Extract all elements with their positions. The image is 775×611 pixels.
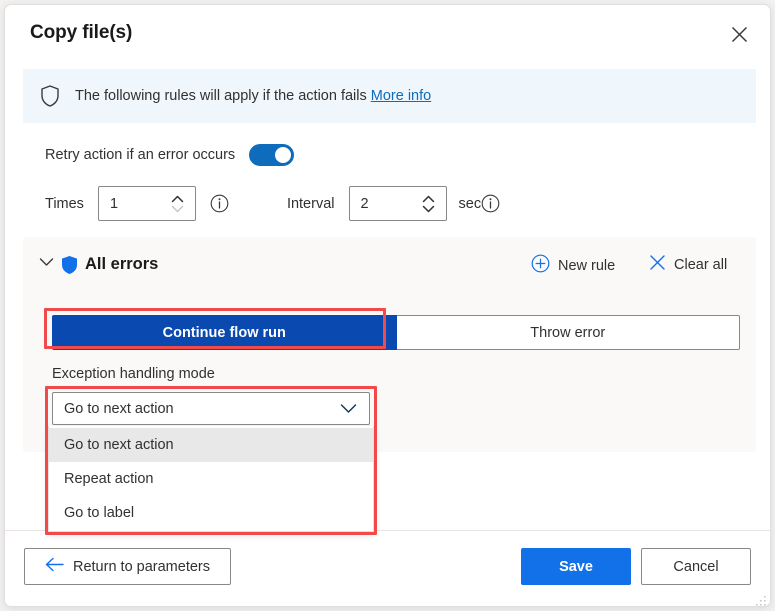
interval-stepper[interactable]: 2 <box>349 186 447 221</box>
tab-throw-error[interactable]: Throw error <box>397 315 741 350</box>
exception-handling-value: Go to next action <box>53 401 174 417</box>
interval-increment-icon[interactable] <box>422 195 435 203</box>
return-to-parameters-label: Return to parameters <box>73 559 210 575</box>
times-info-icon[interactable] <box>210 194 229 213</box>
cancel-button[interactable]: Cancel <box>641 548 751 585</box>
plus-circle-icon <box>531 254 550 278</box>
times-decrement-icon[interactable] <box>171 205 184 213</box>
dialog-titlebar: Copy file(s) <box>5 5 770 63</box>
dropdown-option-go-to-label[interactable]: Go to label <box>49 496 373 530</box>
interval-info-icon[interactable] <box>481 194 500 213</box>
times-spin-arrows <box>169 187 187 220</box>
interval-value[interactable]: 2 <box>350 196 369 212</box>
exception-handling-select[interactable]: Go to next action <box>52 392 370 425</box>
resize-grip[interactable] <box>756 593 766 603</box>
new-rule-button[interactable]: New rule <box>531 254 615 278</box>
retry-label: Retry action if an error occurs <box>45 147 235 163</box>
error-rule-panel: All errors New rule Clear all <box>23 237 756 452</box>
copy-files-dialog: Copy file(s) The following rules will ap… <box>4 4 771 607</box>
chevron-down-icon[interactable] <box>39 257 54 267</box>
times-increment-icon[interactable] <box>171 195 184 203</box>
rule-panel-header: All errors New rule Clear all <box>23 237 756 295</box>
save-button[interactable]: Save <box>521 548 631 585</box>
interval-unit: sec <box>459 196 482 212</box>
arrow-left-icon <box>45 557 64 576</box>
times-stepper[interactable]: 1 <box>98 186 196 221</box>
toggle-knob <box>275 147 291 163</box>
more-info-link[interactable]: More info <box>371 88 431 104</box>
interval-spin-arrows <box>420 187 438 220</box>
times-label: Times <box>45 196 84 212</box>
dialog-title: Copy file(s) <box>30 22 132 44</box>
retry-row: Retry action if an error occurs <box>45 144 294 166</box>
retry-toggle[interactable] <box>249 144 294 166</box>
tab-continue-flow-run[interactable]: Continue flow run <box>52 315 397 350</box>
clear-all-button[interactable]: Clear all <box>649 254 727 276</box>
exception-handling-dropdown-list: Go to next action Repeat action Go to la… <box>48 426 374 532</box>
rule-panel-title: All errors <box>85 255 158 274</box>
chevron-down-icon <box>340 403 357 414</box>
clear-all-label: Clear all <box>674 257 727 273</box>
exception-handling-label: Exception handling mode <box>52 366 215 382</box>
new-rule-label: New rule <box>558 258 615 274</box>
dropdown-option-go-to-next-action[interactable]: Go to next action <box>49 428 373 462</box>
dropdown-option-repeat-action[interactable]: Repeat action <box>49 462 373 496</box>
info-banner: The following rules will apply if the ac… <box>23 69 756 123</box>
times-value[interactable]: 1 <box>99 196 118 212</box>
banner-message: The following rules will apply if the ac… <box>75 88 367 104</box>
close-icon <box>649 254 666 276</box>
shield-outline-icon <box>39 84 61 108</box>
interval-decrement-icon[interactable] <box>422 205 435 213</box>
retry-values-row: Times 1 Interval 2 <box>45 186 500 221</box>
shield-filled-icon <box>61 255 78 275</box>
interval-label: Interval <box>287 196 335 212</box>
return-to-parameters-button[interactable]: Return to parameters <box>24 548 231 585</box>
close-icon[interactable] <box>720 15 758 53</box>
error-mode-tabs: Continue flow run Throw error <box>52 315 740 350</box>
